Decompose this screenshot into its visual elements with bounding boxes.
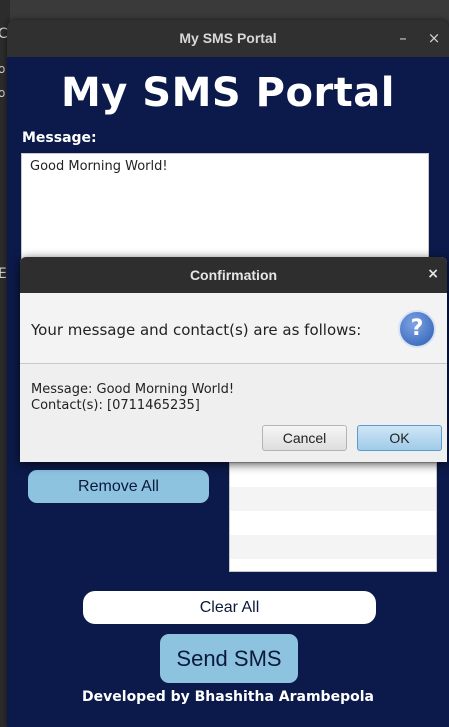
list-item[interactable]	[230, 559, 436, 571]
contact-list[interactable]	[229, 462, 437, 572]
dialog-title: Confirmation	[189, 267, 278, 283]
window-close-icon[interactable]: ×	[423, 27, 445, 49]
question-icon: ?	[398, 310, 436, 348]
message-textarea[interactable]: Good Morning World!	[21, 153, 429, 263]
footer-credit: Developed by Bhashitha Arambepola	[82, 689, 374, 705]
dialog-header: Your message and contact(s) are as follo…	[20, 293, 447, 364]
dialog-title-bar: Confirmation ×	[20, 257, 447, 293]
list-item[interactable]	[230, 535, 436, 559]
clear-all-button[interactable]: Clear All	[83, 591, 376, 624]
background-glyph: E	[0, 266, 7, 282]
background-glyph: o	[0, 62, 6, 76]
send-sms-button[interactable]: Send SMS	[160, 634, 298, 683]
dialog-header-text: Your message and contact(s) are as follo…	[31, 321, 362, 339]
list-item[interactable]	[230, 487, 436, 511]
cancel-button[interactable]: Cancel	[262, 425, 347, 451]
dialog-content: Message: Good Morning World! Contact(s):…	[31, 382, 234, 414]
confirmation-dialog: Confirmation × Your message and contact(…	[20, 257, 447, 462]
dialog-contacts-line: Contact(s): [0711465235]	[31, 398, 200, 413]
minimize-icon[interactable]: –	[392, 27, 414, 49]
ok-button[interactable]: OK	[357, 425, 442, 451]
list-item[interactable]	[230, 511, 436, 535]
remove-all-button[interactable]: Remove All	[28, 470, 209, 503]
list-item[interactable]	[230, 463, 436, 487]
dialog-close-icon[interactable]: ×	[427, 266, 439, 282]
background-glyph: o	[0, 86, 6, 100]
title-bar: My SMS Portal – ×	[7, 20, 449, 57]
message-label: Message:	[22, 130, 97, 146]
app-heading: My SMS Portal	[61, 70, 395, 116]
dialog-message-line: Message: Good Morning World!	[31, 382, 235, 397]
window-title: My SMS Portal	[179, 30, 277, 46]
